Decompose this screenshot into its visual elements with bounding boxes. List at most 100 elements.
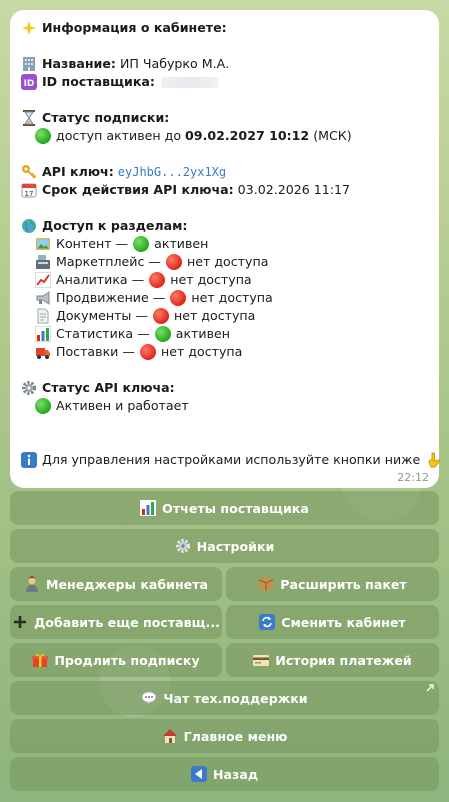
api-expiry-row: 17 Срок действия API ключа: 03.02.2026 1… [21, 181, 427, 199]
section-statistics-row: Статистика — активен [21, 325, 427, 343]
switch-cabinet-button-label: Сменить кабинет [281, 614, 406, 630]
id-label: ID поставщика: [42, 74, 155, 89]
reports-button-label: Отчеты поставщика [162, 500, 309, 516]
inactive-status-icon [170, 290, 187, 306]
picture-icon [35, 236, 51, 252]
api-status-value: Активен и работает [56, 398, 189, 413]
section-status: нет доступа [187, 254, 269, 269]
message-header: Информация о кабинете: [42, 20, 227, 35]
section-marketplace-row: Маркетплейс — нет доступа [21, 253, 427, 271]
payment-history-button[interactable]: История платежей [226, 643, 439, 677]
svg-text:ID: ID [24, 79, 35, 89]
support-chat-button-label: Чат тех.поддержки [163, 690, 308, 706]
reports-button[interactable]: Отчеты поставщика [10, 491, 439, 525]
active-status-icon [133, 236, 150, 252]
message-header-row: Информация о кабинете: [21, 19, 427, 37]
subscription-label: Статус подписки: [42, 110, 170, 125]
inactive-status-icon [149, 272, 166, 288]
name-row: Название: ИП Чабурко М.А. [21, 55, 427, 73]
chart-increasing-icon [34, 271, 52, 289]
section-status: нет доступа [191, 290, 273, 305]
settings-button-label: Настройки [196, 538, 275, 554]
add-supplier-button-label: Добавить еще поставщ... [34, 614, 220, 630]
subscription-tz: (МСК) [313, 128, 352, 143]
api-key-row: API ключ: eyJhbG...2yx1Xg [21, 163, 427, 181]
section-name: Аналитика — [56, 272, 145, 287]
section-name: Контент — [56, 236, 129, 251]
section-name: Документы — [56, 308, 148, 323]
active-status-icon [154, 326, 171, 342]
section-name: Маркетплейс — [56, 254, 162, 269]
subscription-status-row: доступ активен до 09.02.2027 10:12 (МСК) [21, 127, 427, 145]
api-status-label-row: Статус API ключа: [21, 379, 427, 397]
section-status: нет доступа [160, 344, 243, 359]
key-icon [21, 164, 37, 180]
section-supplies-row: Поставки — нет доступа [21, 343, 427, 361]
gear-icon [21, 380, 37, 396]
name-label: Название: [42, 56, 116, 71]
id-value-redacted [160, 76, 219, 88]
main-menu-button-label: Главное меню [183, 728, 288, 744]
subscription-date: 09.02.2027 10:12 [185, 128, 310, 143]
svg-text:17: 17 [25, 190, 34, 198]
extend-subscription-button[interactable]: Продлить подписку [10, 643, 222, 677]
active-status-icon [35, 128, 51, 144]
inactive-status-icon [139, 344, 156, 360]
api-key-label: API ключ: [42, 164, 114, 179]
api-expiry-label: Срок действия API ключа: [42, 182, 234, 197]
section-documents-row: Документы — нет доступа [21, 307, 427, 325]
expand-package-button-label: Расширить пакет [280, 576, 407, 592]
plus-icon [12, 614, 28, 630]
section-status: нет доступа [170, 272, 252, 287]
section-promotion-row: Продвижение — нет доступа [21, 289, 427, 307]
api-key-value[interactable]: eyJhbG...2yx1Xg [118, 163, 226, 181]
back-button[interactable]: Назад [10, 757, 439, 791]
cash-register-icon [35, 254, 51, 270]
access-label: Доступ к разделам: [42, 218, 188, 233]
section-status: нет доступа [173, 308, 256, 323]
external-link-icon [426, 684, 434, 695]
api-expiry-value: 03.02.2026 11:17 [237, 182, 351, 197]
bar-chart-icon [34, 325, 52, 343]
message-bubble: Информация о кабинете: Название: ИП Чабу… [10, 10, 442, 488]
pointing-down-icon [426, 452, 442, 468]
refresh-icon [259, 614, 276, 630]
gear-icon [175, 538, 191, 554]
back-arrow-icon [190, 766, 207, 782]
speech-bubble-icon [141, 690, 157, 706]
subscription-label-row: Статус подписки: [21, 109, 427, 127]
expand-package-button[interactable]: Расширить пакет [226, 567, 439, 601]
globe-icon [21, 218, 37, 234]
footer-text: Для управления настройками используйте к… [42, 452, 421, 467]
extend-subscription-button-label: Продлить подписку [54, 652, 200, 668]
inactive-status-icon [152, 308, 169, 324]
main-menu-button[interactable]: Главное меню [10, 719, 439, 753]
package-icon [258, 576, 274, 592]
name-value: ИП Чабурко М.А. [119, 56, 230, 71]
credit-card-icon [253, 652, 270, 668]
sparkle-icon [21, 20, 37, 36]
section-analytics-row: Аналитика — нет доступа [21, 271, 427, 289]
bar-chart-icon [140, 500, 157, 516]
section-name: Продвижение — [56, 290, 166, 305]
active-status-icon [35, 398, 51, 414]
hourglass-icon [21, 110, 37, 126]
payment-history-button-label: История платежей [275, 652, 412, 668]
calendar-icon: 17 [21, 182, 37, 198]
manager-icon [24, 576, 40, 592]
managers-button-label: Менеджеры кабинета [45, 576, 209, 592]
section-name: Статистика — [56, 326, 150, 341]
add-supplier-button[interactable]: Добавить еще поставщ... [10, 605, 222, 639]
section-content-row: Контент — активен [21, 235, 427, 253]
section-status: активен [175, 326, 230, 341]
support-chat-button[interactable]: Чат тех.поддержки [10, 681, 439, 715]
megaphone-icon [35, 290, 51, 306]
managers-button[interactable]: Менеджеры кабинета [10, 567, 222, 601]
section-status: активен [154, 236, 209, 251]
office-building-icon [21, 56, 37, 72]
settings-button[interactable]: Настройки [10, 529, 439, 563]
access-label-row: Доступ к разделам: [21, 217, 427, 235]
section-name: Поставки — [56, 344, 135, 359]
switch-cabinet-button[interactable]: Сменить кабинет [226, 605, 439, 639]
message-time: 22:12 [397, 471, 429, 484]
